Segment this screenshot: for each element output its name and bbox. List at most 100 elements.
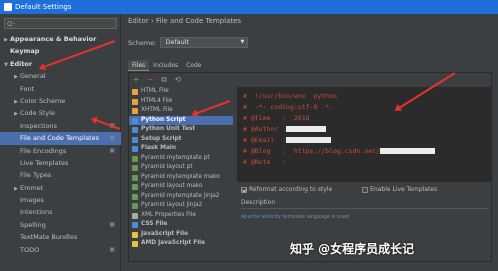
template-item-label: Pyramid layout jinja2 bbox=[141, 202, 203, 208]
project-scope-icon: ▣ bbox=[109, 146, 115, 154]
sidebar-item-spelling[interactable]: Spelling ▣ bbox=[0, 219, 121, 231]
code-text: # @Email : bbox=[243, 136, 287, 144]
reformat-checkbox[interactable] bbox=[241, 186, 247, 193]
code-text: # @Time : 2018 bbox=[243, 114, 310, 122]
window-titlebar: Default Settings bbox=[0, 0, 498, 14]
file-type-icon bbox=[132, 146, 138, 152]
watermark: 知乎 @女程序员成长记 bbox=[290, 242, 415, 256]
sidebar-item-code-style[interactable]: ▶ Code Style bbox=[0, 107, 121, 119]
live-templates-label: Enable Live Templates bbox=[370, 186, 438, 193]
sidebar-item-emmet[interactable]: ▶ Emmet bbox=[0, 182, 121, 194]
template-tabs: Files Includes Code bbox=[128, 60, 206, 71]
sidebar-item-label: Color Scheme bbox=[20, 96, 66, 105]
velocity-link[interactable]: Apache Velocity bbox=[241, 214, 281, 220]
template-item[interactable]: Flask Main bbox=[129, 144, 233, 154]
template-item-label: HTML File bbox=[141, 88, 169, 94]
reformat-option[interactable]: Reformat according to style bbox=[241, 186, 332, 193]
tab-code[interactable]: Code bbox=[182, 60, 205, 71]
code-text: # @Author : bbox=[243, 125, 287, 133]
template-editor[interactable]: # !/usr/bin/env python # -*- coding:utf-8… bbox=[237, 87, 491, 182]
sidebar-item-general[interactable]: ▶ General bbox=[0, 70, 121, 82]
template-item[interactable]: Pyramid mytemplate jinja2 bbox=[129, 192, 233, 202]
sidebar-item-label: General bbox=[20, 72, 46, 81]
sidebar-item-label: Code Style bbox=[20, 109, 56, 118]
sidebar-item-label: Font bbox=[20, 84, 35, 93]
copy-icon[interactable]: ⧉ bbox=[159, 75, 169, 85]
redaction-block bbox=[286, 137, 332, 143]
sidebar-item-label: Intentions bbox=[20, 208, 53, 217]
window-title: Default Settings bbox=[15, 3, 72, 11]
sidebar-item-color-scheme[interactable]: ▶ Color Scheme bbox=[0, 95, 121, 107]
scheme-label: Scheme: bbox=[128, 38, 157, 47]
template-item[interactable]: Python Unit Test bbox=[129, 125, 233, 135]
template-item[interactable]: JavaScript File bbox=[129, 230, 233, 240]
remove-icon[interactable]: − bbox=[145, 75, 155, 85]
tab-includes[interactable]: Includes bbox=[149, 60, 182, 71]
sidebar-item-label: Keymap bbox=[10, 47, 40, 56]
live-templates-option[interactable]: Enable Live Templates bbox=[362, 186, 437, 193]
template-item[interactable]: XML Properties File bbox=[129, 211, 233, 221]
add-icon[interactable]: + bbox=[131, 75, 141, 85]
scheme-row: Scheme: Default ▼ bbox=[128, 37, 249, 48]
sidebar-item-file-types[interactable]: File Types bbox=[0, 169, 121, 181]
sidebar-item-label: TODO bbox=[20, 245, 40, 254]
file-type-icon bbox=[132, 212, 138, 219]
sidebar-item-label: File Encodings bbox=[20, 146, 67, 155]
file-type-icon bbox=[132, 98, 138, 105]
file-type-icon bbox=[132, 117, 138, 124]
description-label: Description bbox=[241, 199, 276, 206]
template-item[interactable]: XHTML File bbox=[129, 106, 233, 116]
sidebar-item-label: Appearance & Behavior bbox=[10, 35, 97, 43]
template-item[interactable]: Setup Script bbox=[129, 135, 233, 145]
reset-icon[interactable]: ⟲ bbox=[173, 75, 183, 85]
sidebar-item-label: File and Code Templates bbox=[20, 134, 99, 143]
file-type-icon bbox=[132, 241, 138, 247]
sidebar-item-images[interactable]: Images bbox=[0, 194, 121, 206]
file-type-icon bbox=[132, 165, 138, 171]
template-item[interactable]: Pyramid layout mako bbox=[129, 182, 233, 192]
description-body: template language is used bbox=[280, 214, 350, 220]
template-list: HTML File HTML4 File XHTML File Python Scri… bbox=[129, 87, 233, 249]
redaction-block bbox=[286, 126, 327, 132]
templates-panel: + − ⧉ ⟲ HTML File HTML4 File XHTML File Pyt… bbox=[128, 72, 492, 262]
sidebar-item-label: Editor bbox=[10, 59, 33, 68]
templates-toolbar: + − ⧉ ⟲ bbox=[131, 75, 183, 85]
sidebar-item-label: Emmet bbox=[20, 183, 44, 192]
sidebar-item-live-templates[interactable]: Live Templates bbox=[0, 157, 121, 169]
sidebar-item-textmate-bundles[interactable]: TextMate Bundles bbox=[0, 231, 121, 243]
project-scope-icon: ▣ bbox=[109, 245, 115, 253]
code-line: # @Blog : https://blog.csdn.net/ bbox=[243, 146, 485, 157]
sidebar-item-label: Images bbox=[20, 196, 44, 205]
template-item[interactable]: Pyramid layout pt bbox=[129, 163, 233, 173]
template-item[interactable]: CSS File bbox=[129, 220, 233, 230]
sidebar-item-file-and-code-templates[interactable]: File and Code Templates ▣ bbox=[0, 132, 121, 145]
sidebar-item-keymap[interactable]: Keymap bbox=[0, 45, 121, 57]
template-item-label: AMD JavaScript File bbox=[141, 240, 206, 246]
template-item-label: CSS File bbox=[141, 221, 168, 227]
project-scope-icon: ▣ bbox=[109, 134, 115, 142]
template-item[interactable]: Pyramid mytemplate pt bbox=[129, 154, 233, 164]
sidebar-item-font[interactable]: Font bbox=[0, 83, 121, 95]
template-item[interactable]: Pyramid layout jinja2 bbox=[129, 201, 233, 211]
description-text: Apache Velocity template language is use… bbox=[241, 214, 349, 220]
file-type-icon bbox=[132, 136, 138, 143]
code-text: # -*- coding:utf-8 -*- bbox=[243, 103, 334, 111]
code-line: # @Author : bbox=[243, 124, 485, 135]
sidebar-item-file-encodings[interactable]: File Encodings ▣ bbox=[0, 145, 121, 157]
template-item[interactable]: HTML File bbox=[129, 87, 233, 97]
template-item[interactable]: Python Script bbox=[129, 115, 233, 125]
sidebar-item-todo[interactable]: TODO ▣ bbox=[0, 244, 121, 256]
template-item-label: Pyramid mytemplate mako bbox=[141, 173, 220, 180]
breadcrumb-separator: › bbox=[150, 17, 154, 25]
template-item[interactable]: AMD JavaScript File bbox=[129, 239, 233, 249]
live-templates-checkbox[interactable] bbox=[362, 186, 369, 193]
template-item-label: Flask Main bbox=[141, 145, 176, 151]
template-options: Reformat according to style Enable Live … bbox=[241, 186, 491, 193]
search-input[interactable]: Q- bbox=[4, 18, 117, 29]
tab-files[interactable]: Files bbox=[128, 60, 150, 71]
sidebar-item-label: File Types bbox=[20, 171, 52, 180]
template-item[interactable]: Pyramid mytemplate mako bbox=[129, 173, 233, 183]
scheme-select[interactable]: Default ▼ bbox=[160, 37, 249, 48]
file-type-icon bbox=[132, 155, 138, 162]
sidebar-item-intentions[interactable]: Intentions bbox=[0, 206, 121, 218]
